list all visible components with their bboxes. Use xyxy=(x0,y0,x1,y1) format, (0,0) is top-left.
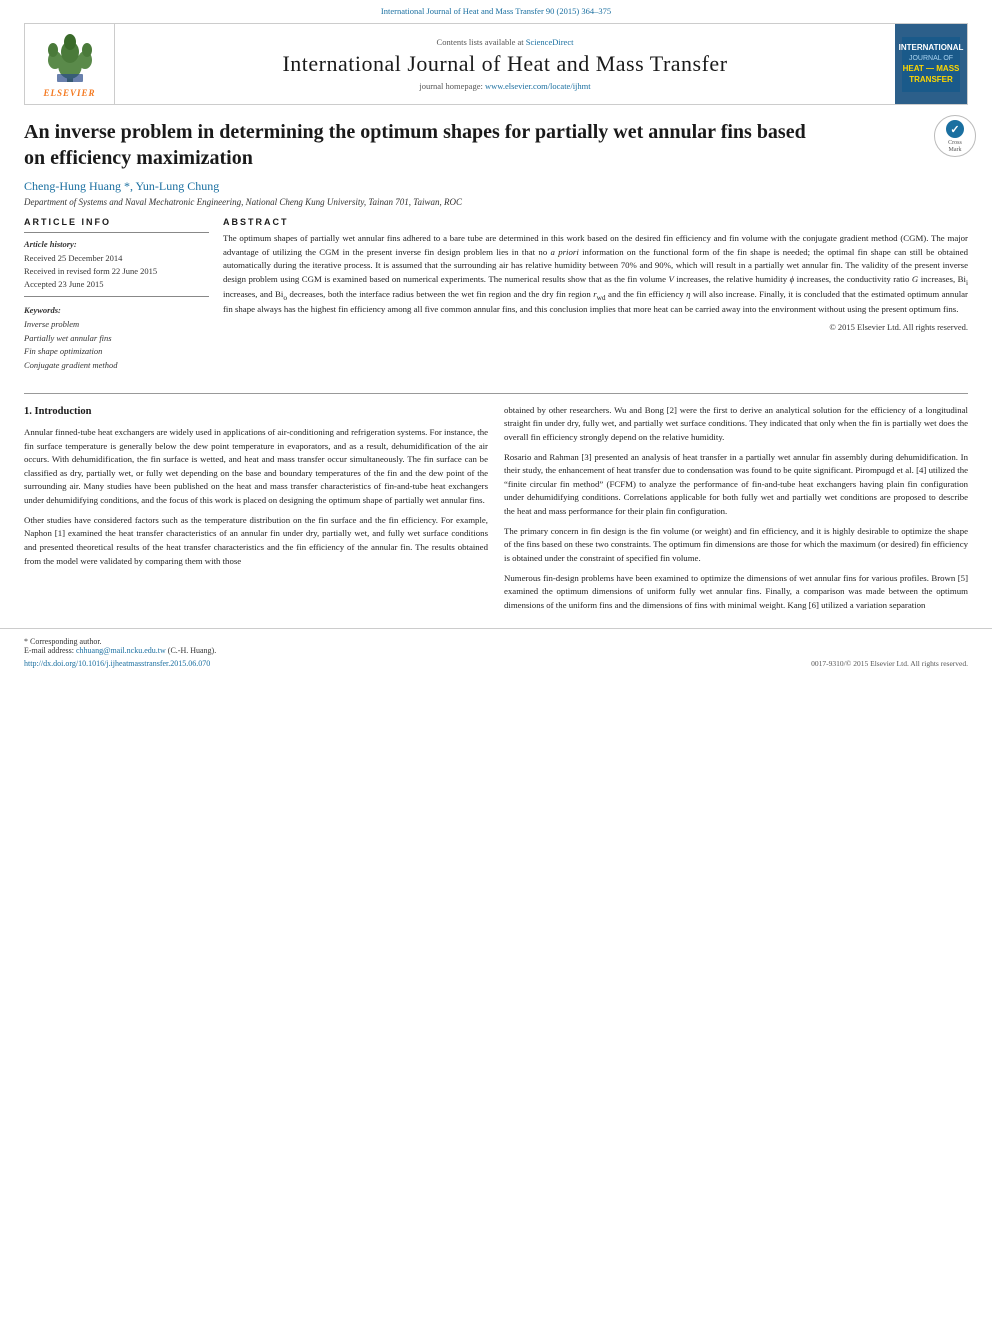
science-direct-line: Contents lists available at ScienceDirec… xyxy=(437,37,574,47)
section-divider xyxy=(24,393,968,394)
article-area: ✓ CrossMark An inverse problem in determ… xyxy=(0,105,992,383)
homepage-url[interactable]: www.elsevier.com/locate/ijhmt xyxy=(485,81,591,91)
body-content: 1. Introduction Annular finned-tube heat… xyxy=(0,404,992,619)
email-address[interactable]: chhuang@mail.ncku.edu.tw xyxy=(76,646,166,655)
elsevier-tree-icon xyxy=(35,30,105,85)
journal-homepage: journal homepage: www.elsevier.com/locat… xyxy=(419,81,590,91)
intro-para-1: Annular finned-tube heat exchangers are … xyxy=(24,426,488,508)
body-right-para-1: obtained by other researchers. Wu and Bo… xyxy=(504,404,968,445)
doi-text: International Journal of Heat and Mass T… xyxy=(381,6,611,16)
doi-link[interactable]: http://dx.doi.org/10.1016/j.ijheatmasstr… xyxy=(24,659,210,668)
keyword-4: Conjugate gradient method xyxy=(24,359,209,373)
email-line: E-mail address: chhuang@mail.ncku.edu.tw… xyxy=(24,646,968,655)
doi-bar: International Journal of Heat and Mass T… xyxy=(0,0,992,19)
abstract-col: Abstract The optimum shapes of partially… xyxy=(223,217,968,373)
body-col-right: obtained by other researchers. Wu and Bo… xyxy=(504,404,968,619)
article-info-abstract: Article Info Article history: Received 2… xyxy=(24,217,968,373)
abstract-text: The optimum shapes of partially wet annu… xyxy=(223,232,968,317)
issn-line: 0017-9310/© 2015 Elsevier Ltd. All right… xyxy=(811,659,968,668)
body-right-para-2: Rosario and Rahman [3] presented an anal… xyxy=(504,451,968,519)
accepted-date: Accepted 23 June 2015 xyxy=(24,278,209,291)
article-info-heading: Article Info xyxy=(24,217,209,227)
footnote-area: * Corresponding author. E-mail address: … xyxy=(0,628,992,655)
journal-header: ELSEVIER Contents lists available at Sci… xyxy=(24,23,968,105)
crossmark-icon: ✓ xyxy=(944,118,966,140)
keyword-1: Inverse problem xyxy=(24,318,209,332)
elsevier-wordmark: ELSEVIER xyxy=(43,88,95,98)
received-date-2: Received in revised form 22 June 2015 xyxy=(24,265,209,278)
affiliation-line: Department of Systems and Naval Mechatro… xyxy=(24,197,968,207)
keywords-section: Keywords: Inverse problem Partially wet … xyxy=(24,305,209,372)
intro-para-2: Other studies have considered factors su… xyxy=(24,514,488,569)
page: International Journal of Heat and Mass T… xyxy=(0,0,992,1323)
author-names: Cheng-Hung Huang *, Yun-Lung Chung xyxy=(24,179,219,193)
abstract-heading: Abstract xyxy=(223,217,968,227)
elsevier-logo-area: ELSEVIER xyxy=(25,24,115,104)
journal-header-center: Contents lists available at ScienceDirec… xyxy=(115,24,895,104)
journal-header-right-block: INTERNATIONAL JOURNAL OF HEAT — MASS TRA… xyxy=(895,24,967,104)
keyword-2: Partially wet annular fins xyxy=(24,332,209,346)
crossmark-badge: ✓ CrossMark xyxy=(934,115,976,157)
body-col-left: 1. Introduction Annular finned-tube heat… xyxy=(24,404,488,619)
article-history-box: Article history: Received 25 December 20… xyxy=(24,232,209,297)
corresponding-author-note: * Corresponding author. xyxy=(24,637,968,646)
keywords-label: Keywords: xyxy=(24,305,209,315)
body-right-para-3: The primary concern in fin design is the… xyxy=(504,525,968,566)
article-history-label: Article history: xyxy=(24,239,209,249)
journal-title: International Journal of Heat and Mass T… xyxy=(282,51,727,77)
copyright-line: © 2015 Elsevier Ltd. All rights reserved… xyxy=(223,322,968,332)
article-title: An inverse problem in determining the op… xyxy=(24,119,826,171)
body-right-para-4: Numerous fin-design problems have been e… xyxy=(504,572,968,613)
article-info-col: Article Info Article history: Received 2… xyxy=(24,217,209,373)
footer-bottom: http://dx.doi.org/10.1016/j.ijheatmasstr… xyxy=(0,655,992,672)
received-date-1: Received 25 December 2014 xyxy=(24,252,209,265)
keyword-3: Fin shape optimization xyxy=(24,345,209,359)
science-direct-link[interactable]: ScienceDirect xyxy=(526,37,574,47)
svg-text:✓: ✓ xyxy=(950,124,959,136)
authors-line: Cheng-Hung Huang *, Yun-Lung Chung xyxy=(24,179,968,194)
intro-heading: 1. Introduction xyxy=(24,404,488,420)
